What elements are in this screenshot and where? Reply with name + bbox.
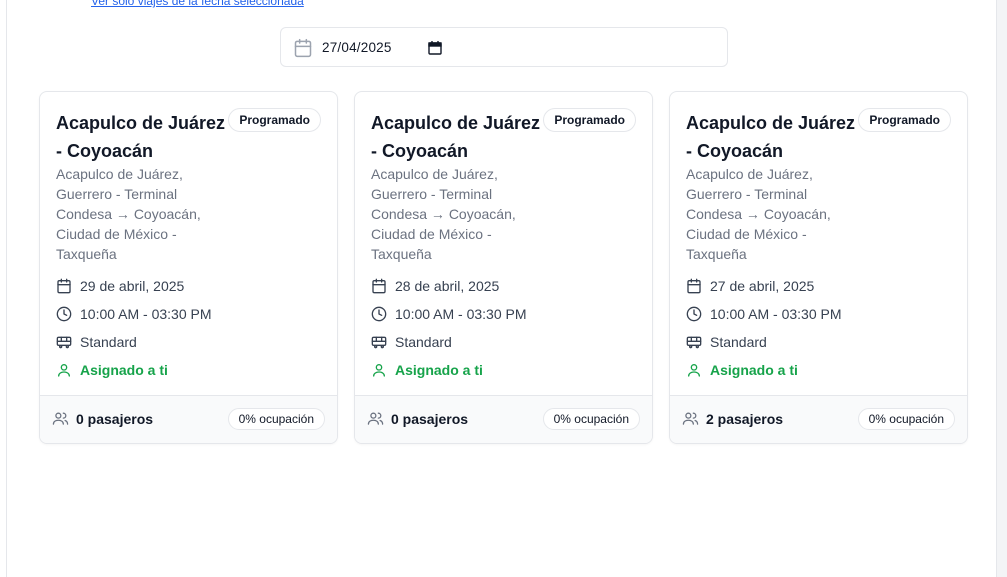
trip-date-row: 28 de abril, 2025 <box>371 276 499 296</box>
trip-date: 28 de abril, 2025 <box>395 278 500 294</box>
date-filter[interactable]: 27/04/2025 <box>280 27 728 67</box>
passenger-count: 0 pasajeros <box>52 410 153 427</box>
trip-time: 10:00 AM - 03:30 PM <box>395 306 527 322</box>
assigned-label: Asignado a ti <box>80 362 168 378</box>
trip-type-row: Standard <box>56 332 137 352</box>
assigned-label: Asignado a ti <box>710 362 798 378</box>
trip-title: Acapulco de Juárez - Coyoacán <box>371 113 541 161</box>
status-badge: Programado <box>543 108 636 132</box>
trip-card[interactable]: Acapulco de Juárez - Coyoacán Programado… <box>39 91 338 444</box>
trip-date: 29 de abril, 2025 <box>80 278 185 294</box>
trip-card[interactable]: Acapulco de Juárez - Coyoacán Programado… <box>669 91 968 444</box>
scrollbar[interactable] <box>997 0 1007 577</box>
trip-card[interactable]: Acapulco de Juárez - Coyoacán Programado… <box>354 91 653 444</box>
status-badge: Programado <box>228 108 321 132</box>
trip-date-row: 29 de abril, 2025 <box>56 276 184 296</box>
trip-type: Standard <box>80 334 137 350</box>
trip-type-row: Standard <box>371 332 452 352</box>
trip-time-row: 10:00 AM - 03:30 PM <box>56 304 212 324</box>
trip-date-row: 27 de abril, 2025 <box>686 276 814 296</box>
calendar-icon <box>57 278 71 294</box>
trip-time: 10:00 AM - 03:30 PM <box>710 306 842 322</box>
passenger-count-label: 0 pasajeros <box>391 410 469 427</box>
trip-route: Acapulco de Juárez, Guerrero - Terminal … <box>371 166 516 262</box>
trip-time-row: 10:00 AM - 03:30 PM <box>371 304 527 324</box>
trip-time: 10:00 AM - 03:30 PM <box>80 306 212 322</box>
clock-icon <box>56 306 72 322</box>
date-input[interactable]: 27/04/2025 <box>322 40 392 55</box>
users-icon <box>367 412 384 425</box>
users-icon <box>682 412 699 425</box>
card-footer: 2 pasajeros 0% ocupación <box>670 395 967 443</box>
occupancy-badge: 0% ocupación <box>542 408 640 430</box>
passenger-count-label: 2 pasajeros <box>706 410 784 427</box>
trip-type: Standard <box>395 334 452 350</box>
user-icon <box>373 364 385 377</box>
occupancy-badge: 0% ocupación <box>227 408 325 430</box>
user-icon <box>58 364 70 377</box>
trip-route: Acapulco de Juárez, Guerrero - Terminal … <box>686 166 831 262</box>
calendar-icon <box>372 278 386 294</box>
assigned-label: Asignado a ti <box>395 362 483 378</box>
assigned-row: Asignado a ti <box>56 360 168 380</box>
card-footer: 0 pasajeros 0% ocupación <box>355 395 652 443</box>
page-divider <box>6 0 7 577</box>
users-icon <box>52 412 69 425</box>
bus-icon <box>686 336 702 349</box>
user-icon <box>688 364 700 377</box>
show-selected-date-link[interactable]: Ver solo viajes de la fecha seleccionada <box>91 0 304 8</box>
trip-route: Acapulco de Juárez, Guerrero - Terminal … <box>56 166 201 262</box>
bus-icon <box>371 336 387 349</box>
clock-icon <box>686 306 702 322</box>
passenger-count-label: 0 pasajeros <box>76 410 154 427</box>
card-footer: 0 pasajeros 0% ocupación <box>40 395 337 443</box>
calendar-icon <box>294 38 312 58</box>
assigned-row: Asignado a ti <box>686 360 798 380</box>
occupancy-badge: 0% ocupación <box>857 408 955 430</box>
assigned-row: Asignado a ti <box>371 360 483 380</box>
trip-type-row: Standard <box>686 332 767 352</box>
trip-time-row: 10:00 AM - 03:30 PM <box>686 304 842 324</box>
clock-icon <box>371 306 387 322</box>
bus-icon <box>56 336 72 349</box>
trip-title: Acapulco de Juárez - Coyoacán <box>56 113 226 161</box>
trip-title: Acapulco de Juárez - Coyoacán <box>686 113 856 161</box>
date-picker-icon[interactable] <box>427 40 443 56</box>
trip-date: 27 de abril, 2025 <box>710 278 815 294</box>
status-badge: Programado <box>858 108 951 132</box>
trip-type: Standard <box>710 334 767 350</box>
calendar-icon <box>687 278 701 294</box>
passenger-count: 0 pasajeros <box>367 410 468 427</box>
passenger-count: 2 pasajeros <box>682 410 783 427</box>
